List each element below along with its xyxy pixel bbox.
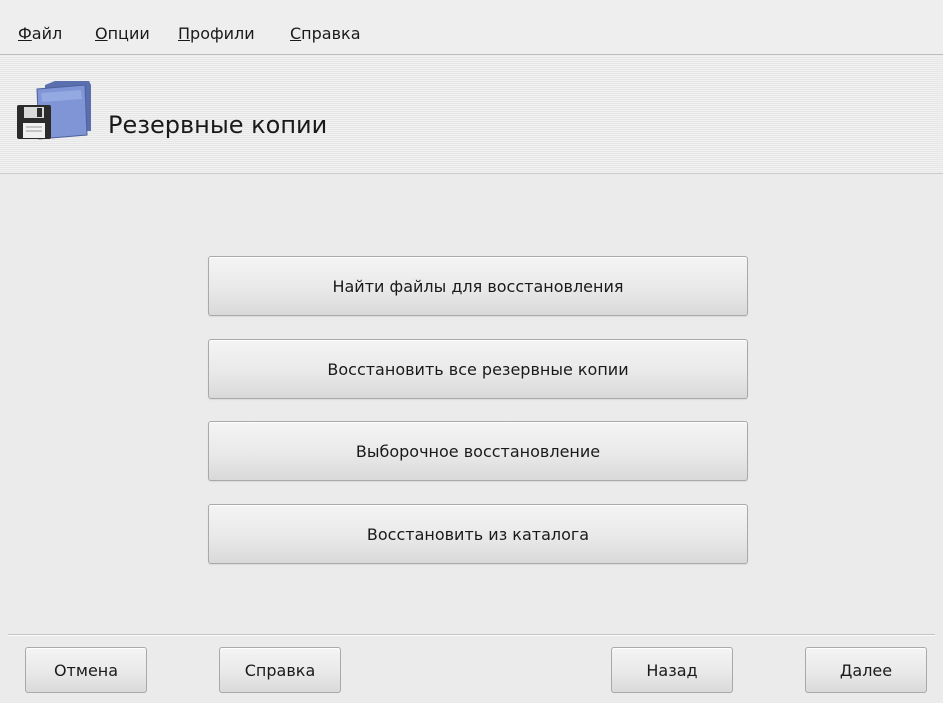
menu-help[interactable]: Справка (290, 24, 361, 44)
back-button[interactable]: Назад (611, 647, 733, 693)
restore-from-catalog-button[interactable]: Восстановить из каталога (208, 504, 748, 564)
page-title: Резервные копии (108, 111, 328, 139)
cancel-button[interactable]: Отмена (25, 647, 147, 693)
next-button[interactable]: Далее (805, 647, 927, 693)
help-button[interactable]: Справка (219, 647, 341, 693)
find-files-button[interactable]: Найти файлы для восстановления (208, 256, 748, 316)
menu-bar: Файл Опции Профили Справка (0, 0, 943, 55)
menu-profiles[interactable]: Профили (178, 24, 255, 44)
header-banner: Резервные копии (0, 56, 943, 174)
selective-restore-button[interactable]: Выборочное восстановление (208, 421, 748, 481)
menu-file[interactable]: Файл (18, 24, 62, 44)
footer-separator (8, 634, 935, 636)
floppy-folder-icon (17, 81, 91, 140)
menu-options[interactable]: Опции (95, 24, 150, 44)
restore-all-button[interactable]: Восстановить все резервные копии (208, 339, 748, 399)
